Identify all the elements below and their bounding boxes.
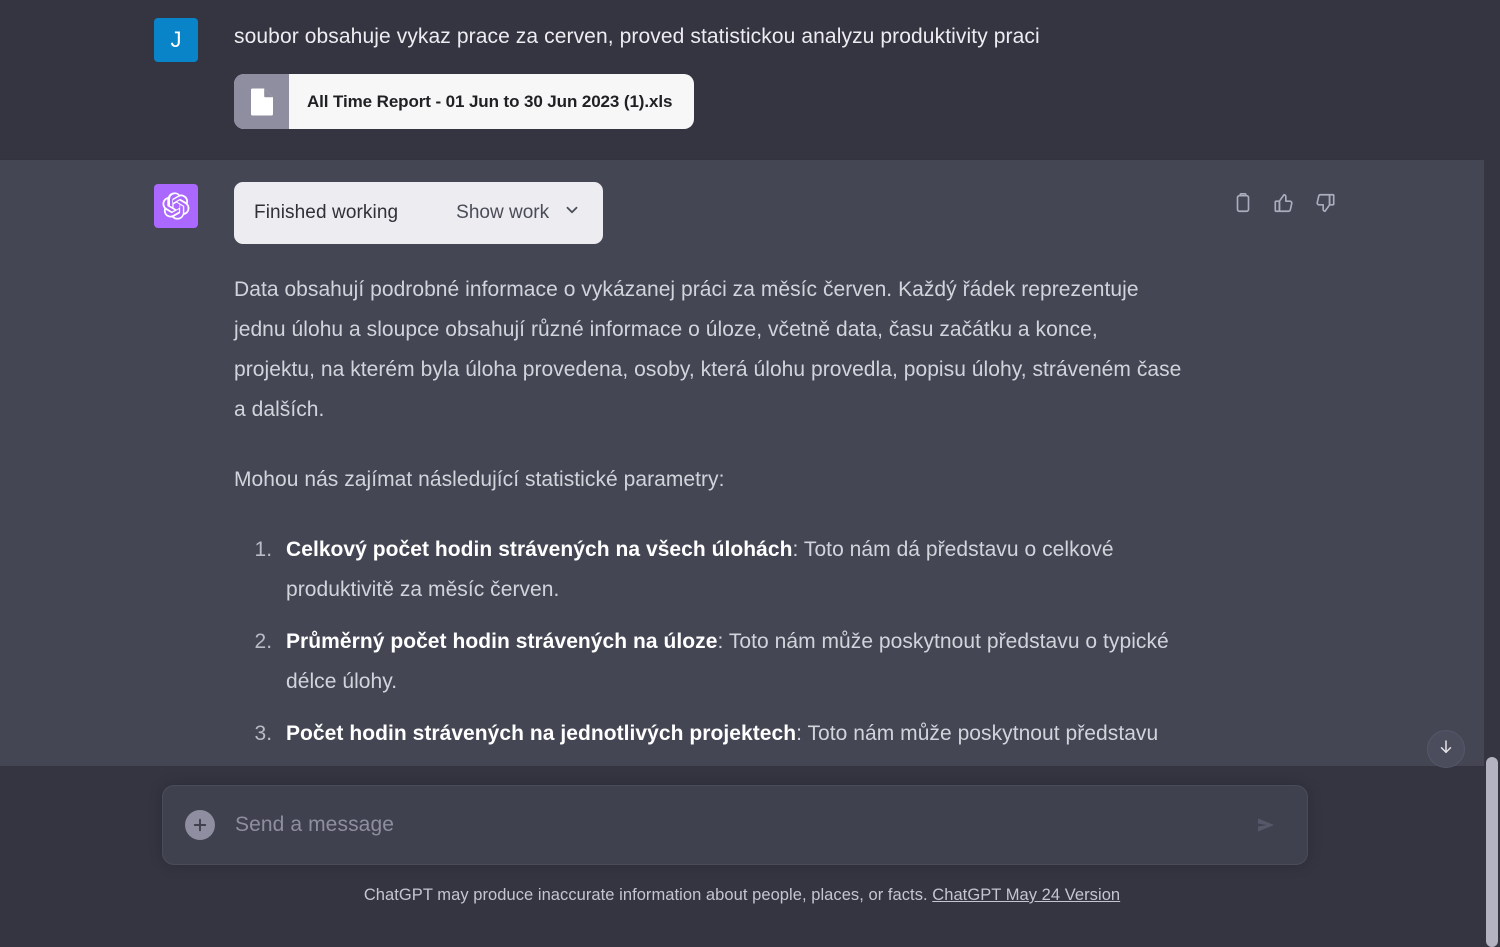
list-item: Průměrný počet hodin strávených na úloze… [278,622,1184,702]
scrollbar-thumb[interactable] [1486,757,1498,947]
answer-paragraph-1: Data obsahují podrobné informace o vykáz… [234,278,1182,421]
list-item-term: Průměrný počet hodin strávených na úloze [286,630,718,653]
footer-disclaimer: ChatGPT may produce inaccurate informati… [0,886,1484,905]
list-item-term: Počet hodin strávených na jednotlivých p… [286,722,797,745]
assistant-message-body: Finished working Show work Data obsahují… [234,182,1484,766]
scroll-to-bottom-button[interactable] [1427,730,1465,768]
message-actions [1232,192,1336,214]
user-message-row: J soubor obsahuje vykaz prace za cerven,… [0,0,1484,159]
version-link[interactable]: ChatGPT May 24 Version [932,886,1120,904]
assistant-answer: Data obsahují podrobné informace o vykáz… [234,270,1184,754]
user-message-inner: J soubor obsahuje vykaz prace za cerven,… [0,16,1484,129]
document-icon [234,74,289,129]
plus-icon[interactable] [185,810,215,840]
chat-app: J soubor obsahuje vykaz prace za cerven,… [0,0,1500,947]
list-item-desc: : Toto nám může poskytnout představu [796,722,1159,745]
assistant-avatar [154,184,198,228]
attachment-chip[interactable]: All Time Report - 01 Jun to 30 Jun 2023 … [234,74,694,129]
show-work-label: Show work [456,202,550,223]
list-item: Celkový počet hodin strávených na všech … [278,530,1184,610]
answer-paragraph-2: Mohou nás zajímat následující statistick… [234,468,725,491]
finished-working-bar[interactable]: Finished working Show work [234,182,604,244]
composer[interactable] [162,785,1308,865]
arrow-down-icon [1437,738,1455,761]
attachment-filename: All Time Report - 01 Jun to 30 Jun 2023 … [307,91,673,111]
assistant-message-row: Finished working Show work Data obsahují… [0,159,1484,766]
list-item-term: Celkový počet hodin strávených na všech … [286,538,793,561]
composer-container [162,785,1308,865]
chevron-down-icon [563,201,581,225]
copy-icon[interactable] [1232,192,1254,214]
message-input[interactable] [233,812,1251,838]
footer-text: ChatGPT may produce inaccurate informati… [363,886,928,904]
user-avatar-initial: J [170,27,182,52]
finished-working-label: Finished working [254,202,399,223]
user-message-body: soubor obsahuje vykaz prace za cerven, p… [234,16,1484,129]
user-avatar: J [154,18,198,62]
assistant-message-inner: Finished working Show work Data obsahují… [0,182,1484,766]
list-item: Počet hodin strávených na jednotlivých p… [278,714,1184,754]
user-message-text: soubor obsahuje vykaz prace za cerven, p… [234,25,1040,48]
send-icon[interactable] [1251,810,1281,840]
thumbs-down-icon[interactable] [1314,192,1336,214]
answer-list: Celkový počet hodin strávených na všech … [234,530,1184,754]
scrollbar-track[interactable] [1484,0,1500,947]
thumbs-up-icon[interactable] [1273,192,1295,214]
show-work-toggle[interactable]: Show work [398,201,581,225]
